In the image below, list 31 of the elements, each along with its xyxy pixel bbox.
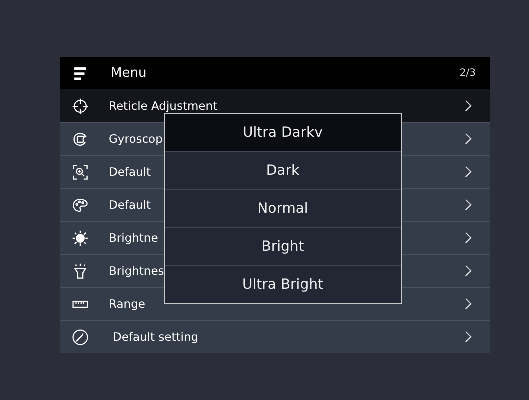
menu-title: Menu bbox=[111, 66, 148, 80]
chevron-right-icon bbox=[465, 298, 472, 310]
chevron-right-icon bbox=[465, 199, 472, 211]
menu-item-label: Gyroscop bbox=[109, 132, 163, 146]
chevron-right-icon bbox=[465, 331, 472, 343]
menu-item-label: Brightne bbox=[109, 231, 158, 245]
menu-icon bbox=[72, 64, 89, 82]
dropdown-option[interactable]: Bright bbox=[165, 227, 401, 265]
menu-item[interactable]: Default setting bbox=[60, 320, 490, 353]
menu-item-label: Default setting bbox=[113, 330, 199, 344]
dropdown-option[interactable]: Ultra Bright bbox=[165, 265, 401, 303]
chevron-right-icon bbox=[465, 166, 472, 178]
zoom-icon bbox=[72, 164, 89, 180]
chevron-right-icon bbox=[465, 265, 472, 277]
menu-item-label: Reticle Adjustment bbox=[109, 99, 218, 113]
menu-item-label: Default bbox=[109, 165, 152, 179]
chevron-right-icon bbox=[465, 133, 472, 145]
flashlight-icon bbox=[72, 262, 89, 280]
dropdown-option[interactable]: Normal bbox=[165, 189, 401, 227]
chevron-right-icon bbox=[465, 100, 472, 112]
page-indicator: 2/3 bbox=[460, 68, 476, 78]
menu-item-label: Range bbox=[109, 297, 146, 311]
palette-icon bbox=[72, 196, 89, 214]
brightness-icon bbox=[72, 230, 89, 246]
menu-item-label: Default bbox=[109, 198, 152, 212]
menu-item-label: Brightnes bbox=[109, 264, 164, 278]
dropdown-option[interactable]: Dark bbox=[165, 151, 401, 189]
chevron-right-icon bbox=[465, 232, 472, 244]
dropdown-option[interactable]: Ultra Darkv bbox=[165, 114, 401, 151]
rotate-icon bbox=[72, 130, 89, 148]
crosshair-icon bbox=[72, 98, 89, 114]
